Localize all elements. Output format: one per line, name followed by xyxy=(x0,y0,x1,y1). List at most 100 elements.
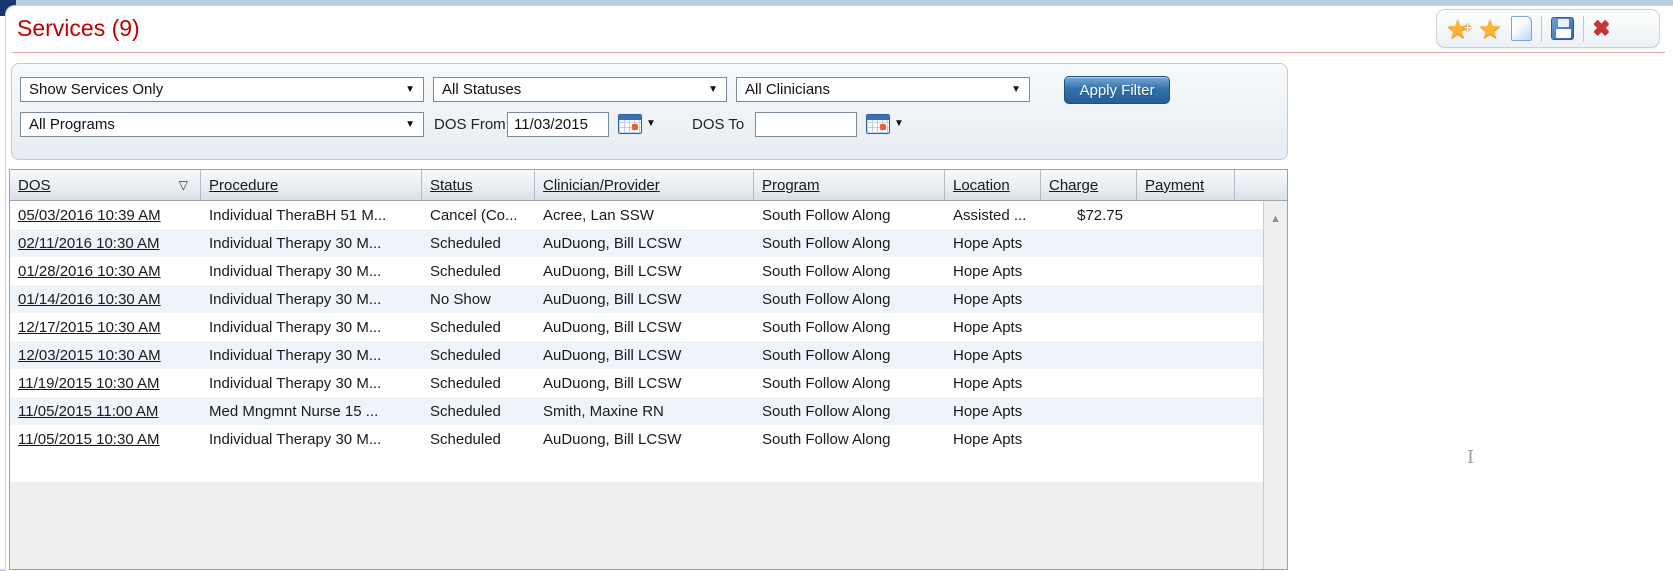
toolbar-separator xyxy=(1583,16,1584,42)
column-header-program[interactable]: Program xyxy=(754,170,945,200)
dos-to-label: DOS To xyxy=(692,112,744,137)
table-row[interactable]: 11/05/2015 10:30 AMIndividual Therapy 30… xyxy=(10,425,1263,453)
cell-charge xyxy=(1041,313,1137,341)
column-header-dos[interactable]: DOS▽ xyxy=(10,170,201,200)
column-header-charge[interactable]: Charge xyxy=(1041,170,1137,200)
column-header-label: Location xyxy=(953,177,1010,194)
table-body: 05/03/2016 10:39 AMIndividual TheraBH 51… xyxy=(10,201,1263,569)
dos-to-input[interactable] xyxy=(755,112,857,137)
table-row[interactable]: 12/17/2015 10:30 AMIndividual Therapy 30… xyxy=(10,313,1263,341)
cell-status: Scheduled xyxy=(422,369,535,397)
cell-payment xyxy=(1137,285,1235,313)
column-header-payment[interactable]: Payment xyxy=(1137,170,1235,200)
cell-charge xyxy=(1041,397,1137,425)
cell-location: Hope Apts xyxy=(945,425,1041,453)
dos-from-label: DOS From xyxy=(434,112,506,137)
table-row[interactable]: 05/03/2016 10:39 AMIndividual TheraBH 51… xyxy=(10,201,1263,229)
cell-location: Hope Apts xyxy=(945,369,1041,397)
cell-charge xyxy=(1041,425,1137,453)
cell-clinician: AuDuong, Bill LCSW xyxy=(535,425,754,453)
table-row[interactable]: 02/11/2016 10:30 AMIndividual Therapy 30… xyxy=(10,229,1263,257)
cell-charge xyxy=(1041,257,1137,285)
clinician-value: All Clinicians xyxy=(745,81,830,98)
cell-clinician: AuDuong, Bill LCSW xyxy=(535,341,754,369)
cell-location: Hope Apts xyxy=(945,229,1041,257)
column-header-label: Clinician/Provider xyxy=(543,177,660,194)
cell-program: South Follow Along xyxy=(754,257,945,285)
column-header-label: Procedure xyxy=(209,177,278,194)
text-cursor: I xyxy=(1467,447,1474,468)
column-header-label: Status xyxy=(430,177,473,194)
calendar-icon[interactable] xyxy=(618,114,642,134)
cell-procedure: Individual Therapy 30 M... xyxy=(201,369,422,397)
cell-dos[interactable]: 01/28/2016 10:30 AM xyxy=(10,257,201,285)
status-select[interactable]: All Statuses ▼ xyxy=(433,77,727,102)
column-header-filler xyxy=(1235,170,1287,200)
table-row[interactable]: 01/28/2016 10:30 AMIndividual Therapy 30… xyxy=(10,257,1263,285)
cell-clinician: AuDuong, Bill LCSW xyxy=(535,257,754,285)
cell-program: South Follow Along xyxy=(754,425,945,453)
program-select[interactable]: All Programs ▼ xyxy=(20,112,424,137)
column-header-status[interactable]: Status xyxy=(422,170,535,200)
cell-program: South Follow Along xyxy=(754,201,945,229)
cell-payment xyxy=(1137,397,1235,425)
scroll-up-icon[interactable]: ▲ xyxy=(1270,213,1281,225)
cell-status: Scheduled xyxy=(422,341,535,369)
cell-status: Scheduled xyxy=(422,313,535,341)
cell-dos[interactable]: 12/03/2015 10:30 AM xyxy=(10,341,201,369)
cell-dos[interactable]: 05/03/2016 10:39 AM xyxy=(10,201,201,229)
calendar-chevron-down-icon[interactable]: ▼ xyxy=(894,118,904,129)
cell-payment xyxy=(1137,229,1235,257)
service-type-select[interactable]: Show Services Only ▼ xyxy=(20,77,424,102)
services-table: DOS▽ Procedure Status Clinician/Provider Pro… xyxy=(9,169,1288,570)
service-type-value: Show Services Only xyxy=(29,81,163,98)
add-favorite-star-icon[interactable]: ★+ xyxy=(1446,16,1469,42)
calendar-icon[interactable] xyxy=(866,114,890,134)
column-header-clinician[interactable]: Clinician/Provider xyxy=(535,170,754,200)
favorite-star-icon[interactable]: ★ xyxy=(1478,16,1501,42)
cell-status: Scheduled xyxy=(422,425,535,453)
cell-procedure: Individual Therapy 30 M... xyxy=(201,285,422,313)
cell-location: Hope Apts xyxy=(945,257,1041,285)
table-row[interactable]: 12/03/2015 10:30 AMIndividual Therapy 30… xyxy=(10,341,1263,369)
cell-dos[interactable]: 11/05/2015 11:00 AM xyxy=(10,397,201,425)
table-row[interactable]: 01/14/2016 10:30 AMIndividual Therapy 30… xyxy=(10,285,1263,313)
column-header-label: Program xyxy=(762,177,820,194)
cell-location: Hope Apts xyxy=(945,313,1041,341)
cell-payment xyxy=(1137,201,1235,229)
table-row[interactable]: 11/05/2015 11:00 AMMed Mngmnt Nurse 15 .… xyxy=(10,397,1263,425)
calendar-grid xyxy=(867,120,889,133)
chevron-down-icon: ▼ xyxy=(708,84,718,95)
chevron-down-icon: ▼ xyxy=(405,119,415,130)
cell-dos[interactable]: 11/19/2015 10:30 AM xyxy=(10,369,201,397)
page-title: Services (9) xyxy=(17,15,140,42)
cell-payment xyxy=(1137,369,1235,397)
status-value: All Statuses xyxy=(442,81,521,98)
clinician-select[interactable]: All Clinicians ▼ xyxy=(736,77,1030,102)
cell-status: Scheduled xyxy=(422,397,535,425)
cell-dos[interactable]: 12/17/2015 10:30 AM xyxy=(10,313,201,341)
column-header-procedure[interactable]: Procedure xyxy=(201,170,422,200)
table-row[interactable]: 11/19/2015 10:30 AMIndividual Therapy 30… xyxy=(10,369,1263,397)
close-icon[interactable]: ✖ xyxy=(1593,18,1611,39)
chevron-down-icon: ▼ xyxy=(405,84,415,95)
cell-program: South Follow Along xyxy=(754,313,945,341)
cell-procedure: Individual Therapy 30 M... xyxy=(201,313,422,341)
dos-from-input[interactable] xyxy=(507,112,609,137)
cell-procedure: Individual TheraBH 51 M... xyxy=(201,201,422,229)
calendar-chevron-down-icon[interactable]: ▼ xyxy=(646,118,656,129)
cell-payment xyxy=(1137,425,1235,453)
cell-dos[interactable]: 02/11/2016 10:30 AM xyxy=(10,229,201,257)
apply-filter-button[interactable]: Apply Filter xyxy=(1064,76,1170,104)
cell-dos[interactable]: 11/05/2015 10:30 AM xyxy=(10,425,201,453)
column-header-location[interactable]: Location xyxy=(945,170,1041,200)
vertical-scrollbar[interactable]: ▲ xyxy=(1263,201,1287,569)
cell-program: South Follow Along xyxy=(754,285,945,313)
cell-procedure: Med Mngmnt Nurse 15 ... xyxy=(201,397,422,425)
cell-clinician: AuDuong, Bill LCSW xyxy=(535,229,754,257)
cell-program: South Follow Along xyxy=(754,369,945,397)
save-icon[interactable] xyxy=(1551,17,1574,40)
window-toolbar: ★+ ★ ✖ xyxy=(1436,9,1660,48)
cell-dos[interactable]: 01/14/2016 10:30 AM xyxy=(10,285,201,313)
new-page-icon[interactable] xyxy=(1511,16,1532,41)
